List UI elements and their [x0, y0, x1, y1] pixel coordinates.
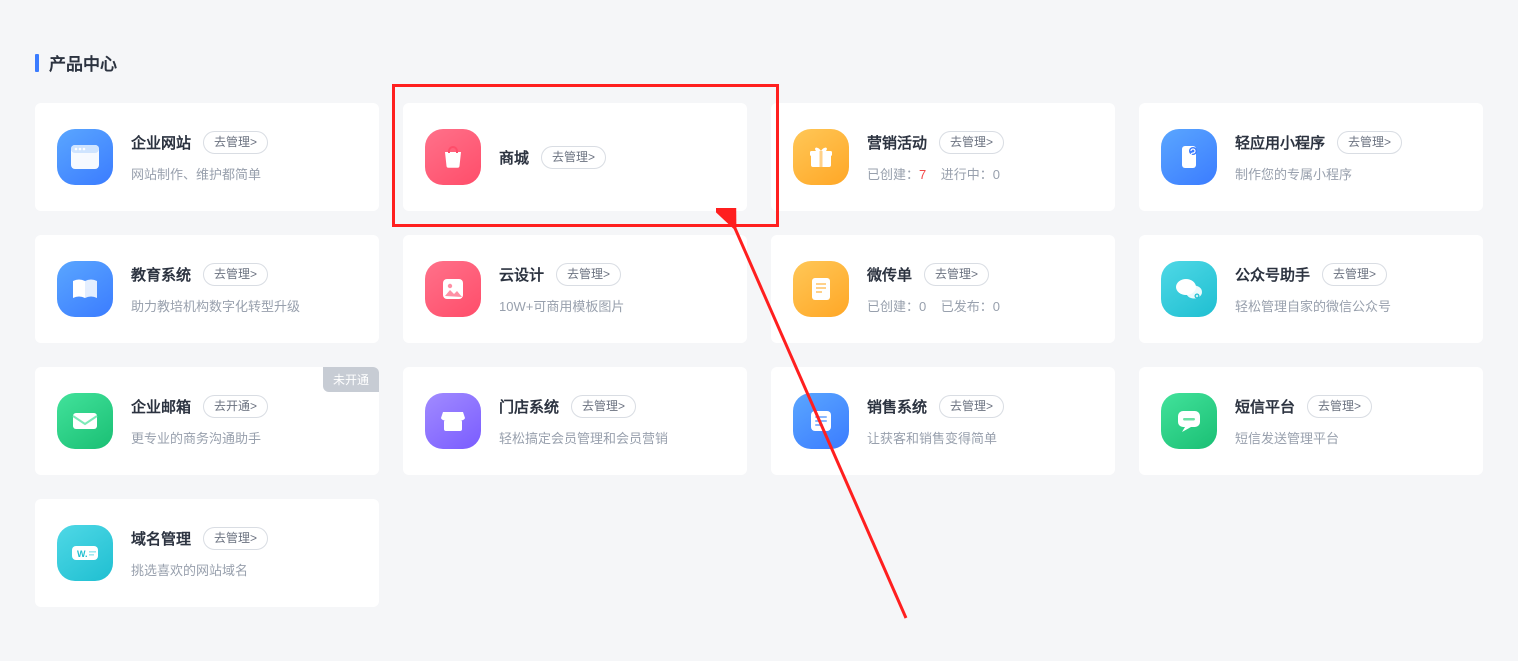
card-title: 域名管理 — [131, 528, 191, 549]
card-title: 门店系统 — [499, 396, 559, 417]
card-design[interactable]: 云设计 去管理> 10W+可商用模板图片 — [403, 235, 747, 343]
card-subtitle: 助力教培机构数字化转型升级 — [131, 296, 300, 315]
card-shop[interactable]: 商城 去管理> — [403, 103, 747, 211]
card-title: 企业邮箱 — [131, 396, 191, 417]
document-icon — [793, 261, 849, 317]
activate-button[interactable]: 去开通> — [203, 395, 268, 418]
list-icon — [793, 393, 849, 449]
manage-button[interactable]: 去管理> — [1322, 263, 1387, 286]
card-subtitle: 让获客和销售变得简单 — [867, 428, 1004, 447]
not-activated-badge: 未开通 — [323, 367, 379, 392]
card-title: 轻应用小程序 — [1235, 132, 1325, 153]
card-subtitle: 更专业的商务沟通助手 — [131, 428, 268, 447]
card-subtitle: 挑选喜欢的网站域名 — [131, 560, 268, 579]
card-marketing[interactable]: 营销活动 去管理> 已创建：7 进行中：0 — [771, 103, 1115, 211]
manage-button[interactable]: 去管理> — [556, 263, 621, 286]
card-subtitle: 轻松搞定会员管理和会员营销 — [499, 428, 668, 447]
stat-published-value: 0 — [993, 299, 1000, 314]
card-flyer[interactable]: 微传单 去管理> 已创建：0 已发布：0 — [771, 235, 1115, 343]
svg-text:W.: W. — [77, 549, 88, 559]
card-subtitle: 网站制作、维护都简单 — [131, 164, 268, 183]
book-icon — [57, 261, 113, 317]
card-mail[interactable]: 未开通 企业邮箱 去开通> 更专业的商务沟通助手 — [35, 367, 379, 475]
card-title: 云设计 — [499, 264, 544, 285]
manage-button[interactable]: 去管理> — [924, 263, 989, 286]
card-stats: 已创建：7 进行中：0 — [867, 164, 1004, 183]
card-edu[interactable]: 教育系统 去管理> 助力教培机构数字化转型升级 — [35, 235, 379, 343]
stat-created-label: 已创建： — [867, 299, 919, 314]
miniapp-icon — [1161, 129, 1217, 185]
manage-button[interactable]: 去管理> — [939, 395, 1004, 418]
manage-button[interactable]: 去管理> — [571, 395, 636, 418]
envelope-icon — [57, 393, 113, 449]
domain-icon: W. — [57, 525, 113, 581]
wechat-icon — [1161, 261, 1217, 317]
card-title: 微传单 — [867, 264, 912, 285]
image-icon — [425, 261, 481, 317]
card-sms[interactable]: 短信平台 去管理> 短信发送管理平台 — [1139, 367, 1483, 475]
card-miniapp[interactable]: 轻应用小程序 去管理> 制作您的专属小程序 — [1139, 103, 1483, 211]
card-sales[interactable]: 销售系统 去管理> 让获客和销售变得简单 — [771, 367, 1115, 475]
card-title: 教育系统 — [131, 264, 191, 285]
stat-running-label: 进行中： — [941, 167, 993, 182]
card-website[interactable]: 企业网站 去管理> 网站制作、维护都简单 — [35, 103, 379, 211]
card-domain[interactable]: W. 域名管理 去管理> 挑选喜欢的网站域名 — [35, 499, 379, 607]
card-title: 商城 — [499, 147, 529, 168]
section-title-text: 产品中心 — [49, 50, 117, 75]
card-subtitle: 10W+可商用模板图片 — [499, 296, 624, 315]
card-wechat[interactable]: 公众号助手 去管理> 轻松管理自家的微信公众号 — [1139, 235, 1483, 343]
card-subtitle: 制作您的专属小程序 — [1235, 164, 1402, 183]
gift-icon — [793, 129, 849, 185]
manage-button[interactable]: 去管理> — [1337, 131, 1402, 154]
manage-button[interactable]: 去管理> — [203, 131, 268, 154]
product-card-grid: 企业网站 去管理> 网站制作、维护都简单 商城 去管理> — [35, 103, 1483, 607]
section-title-accent — [35, 54, 39, 72]
stat-created-value: 7 — [919, 167, 926, 182]
manage-button[interactable]: 去管理> — [939, 131, 1004, 154]
card-title: 企业网站 — [131, 132, 191, 153]
store-icon — [425, 393, 481, 449]
manage-button[interactable]: 去管理> — [541, 146, 606, 169]
card-stats: 已创建：0 已发布：0 — [867, 296, 1000, 315]
card-store[interactable]: 门店系统 去管理> 轻松搞定会员管理和会员营销 — [403, 367, 747, 475]
card-subtitle: 轻松管理自家的微信公众号 — [1235, 296, 1391, 315]
stat-published-label: 已发布： — [941, 299, 993, 314]
stat-created-value: 0 — [919, 299, 926, 314]
card-subtitle: 短信发送管理平台 — [1235, 428, 1372, 447]
manage-button[interactable]: 去管理> — [203, 527, 268, 550]
card-title: 公众号助手 — [1235, 264, 1310, 285]
card-title: 营销活动 — [867, 132, 927, 153]
stat-created-label: 已创建： — [867, 167, 919, 182]
manage-button[interactable]: 去管理> — [203, 263, 268, 286]
section-title: 产品中心 — [35, 50, 1483, 75]
card-title: 销售系统 — [867, 396, 927, 417]
browser-window-icon — [57, 129, 113, 185]
chat-icon — [1161, 393, 1217, 449]
shopping-bag-icon — [425, 129, 481, 185]
stat-running-value: 0 — [993, 167, 1000, 182]
manage-button[interactable]: 去管理> — [1307, 395, 1372, 418]
card-title: 短信平台 — [1235, 396, 1295, 417]
